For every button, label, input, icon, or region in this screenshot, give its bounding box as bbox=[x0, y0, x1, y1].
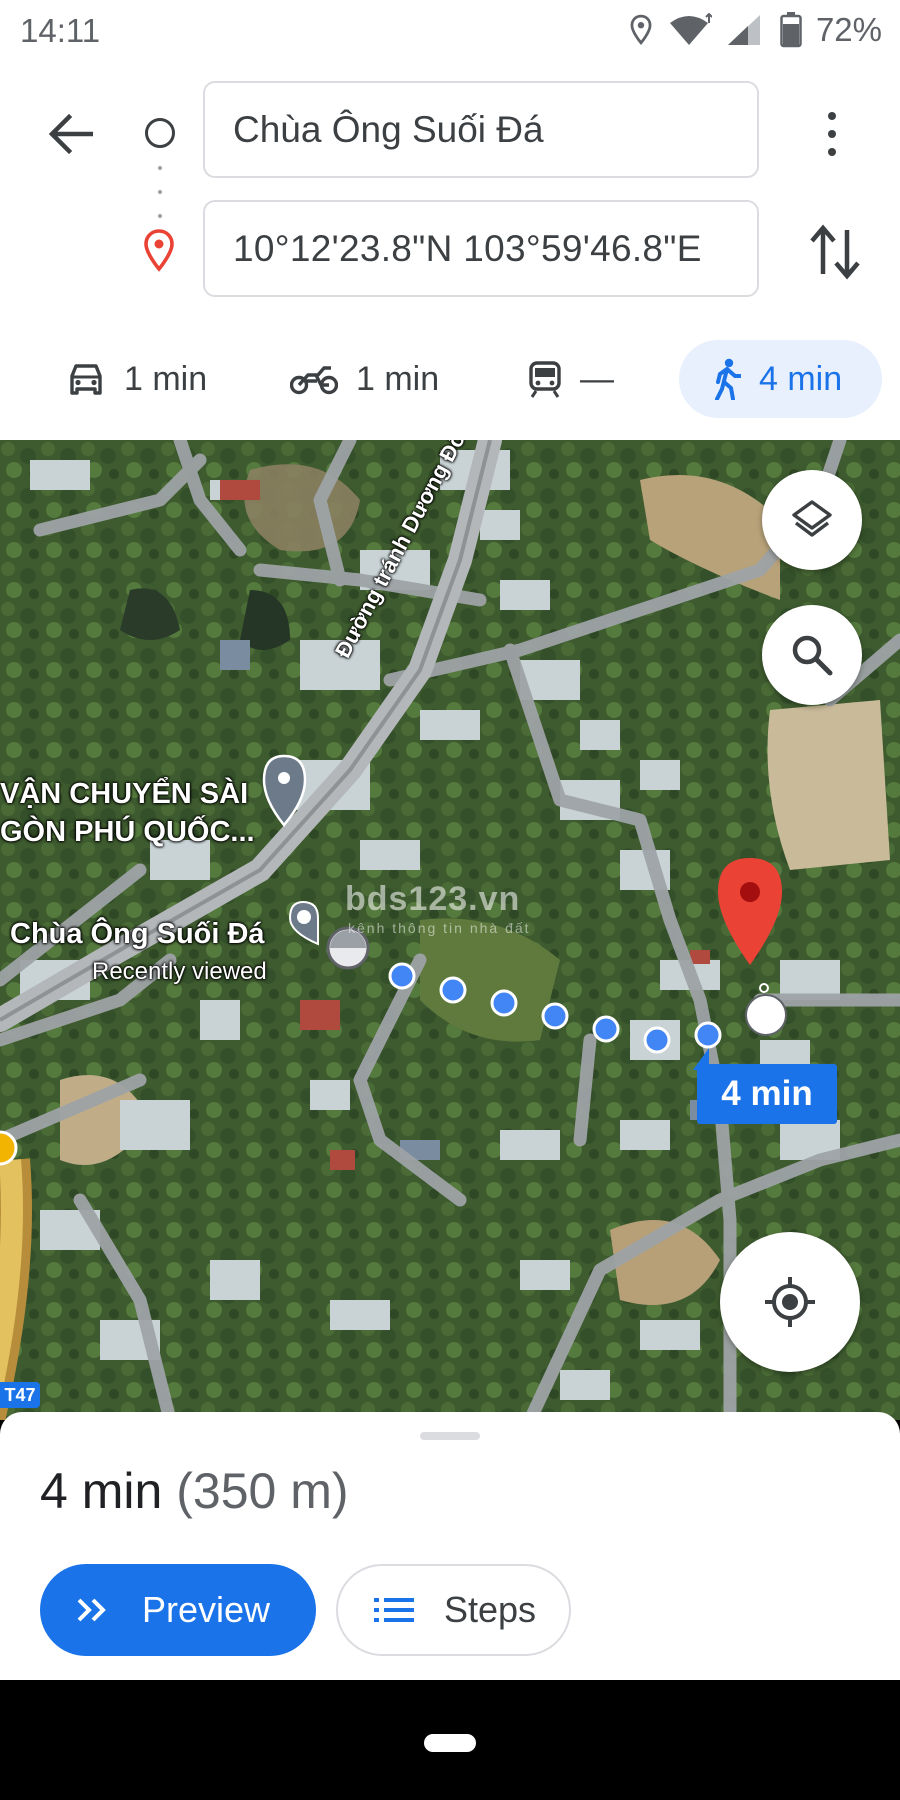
battery-percent: 72% bbox=[815, 11, 882, 48]
tab-motorcycle[interactable]: 1 min bbox=[290, 340, 439, 418]
origin-input[interactable]: Chùa Ông Suối Đá bbox=[203, 81, 759, 178]
train-icon bbox=[529, 361, 561, 398]
route-distance: (350 m) bbox=[176, 1463, 349, 1519]
my-location-icon bbox=[765, 1277, 815, 1327]
directions-header: Chùa Ông Suối Đá 10°12'23.8"N 103°59'46.… bbox=[0, 62, 900, 442]
status-time: 14:11 bbox=[20, 12, 101, 49]
list-icon bbox=[374, 1598, 414, 1622]
layers-button[interactable] bbox=[762, 470, 862, 570]
layers-icon bbox=[792, 500, 832, 537]
tab-walk-label: 4 min bbox=[759, 359, 843, 398]
home-gesture-pill[interactable] bbox=[424, 1734, 476, 1752]
back-button[interactable] bbox=[40, 104, 100, 164]
tab-motorcycle-label: 1 min bbox=[356, 359, 440, 398]
preview-button[interactable]: Preview bbox=[40, 1564, 316, 1656]
watermark: bds123.vn bbox=[345, 880, 521, 918]
tab-walk[interactable]: 4 min bbox=[679, 340, 882, 418]
double-chevron-right-icon bbox=[77, 1598, 106, 1622]
tab-drive[interactable]: 1 min bbox=[66, 340, 207, 418]
tab-drive-label: 1 min bbox=[124, 359, 208, 398]
preview-button-label: Preview bbox=[142, 1589, 271, 1630]
walk-icon bbox=[715, 358, 741, 400]
tab-transit-label: — bbox=[580, 359, 614, 398]
search-icon bbox=[792, 635, 833, 676]
location-icon bbox=[630, 14, 652, 45]
wifi-icon bbox=[669, 13, 712, 45]
back-arrow-icon bbox=[48, 113, 93, 155]
route-dots-icon bbox=[157, 166, 163, 218]
system-nav-bar bbox=[0, 1680, 900, 1800]
motorcycle-icon bbox=[290, 366, 338, 395]
status-icons: 72% bbox=[628, 10, 882, 50]
route-summary: 4 min (350 m) bbox=[40, 1462, 349, 1520]
map-place-transport-line1: VẬN CHUYỂN SÀI bbox=[0, 778, 249, 810]
destination-input[interactable]: 10°12'23.8"N 103°59'46.8"E bbox=[203, 200, 759, 297]
sheet-drag-handle[interactable] bbox=[420, 1432, 480, 1440]
car-icon bbox=[70, 364, 102, 395]
steps-button-label: Steps bbox=[444, 1589, 537, 1630]
tab-transit[interactable]: — bbox=[528, 340, 614, 418]
map-place-transport[interactable]: VẬN CHUYỂN SÀI GÒN PHÚ QUỐC... bbox=[0, 775, 255, 851]
map-place-transport-line2: GÒN PHÚ QUỐC... bbox=[0, 816, 255, 848]
steps-button[interactable]: Steps bbox=[336, 1564, 571, 1656]
route-duration: 4 min bbox=[40, 1463, 163, 1519]
my-location-button[interactable] bbox=[720, 1232, 860, 1372]
signal-icon bbox=[727, 15, 760, 45]
more-options-button[interactable] bbox=[812, 106, 852, 162]
map-view[interactable]: VẬN CHUYỂN SÀI GÒN PHÚ QUỐC... Chùa Ông S… bbox=[0, 440, 900, 1420]
status-bar: 14:11 72% bbox=[0, 0, 900, 62]
highway-tag: T47 bbox=[0, 1382, 40, 1408]
route-duration-badge[interactable]: 4 min bbox=[693, 1048, 837, 1124]
map-search-button[interactable] bbox=[762, 605, 862, 705]
map-place-pagoda-sublabel: Recently viewed bbox=[92, 958, 267, 985]
destination-pin-icon bbox=[144, 229, 174, 272]
travel-mode-tabs: 1 min 1 min — 4 min bbox=[0, 332, 900, 432]
route-summary-sheet[interactable]: 4 min (350 m) Preview Steps bbox=[0, 1412, 900, 1680]
origin-circle-icon bbox=[145, 118, 175, 148]
watermark-subtitle: kênh thông tin nhà đất bbox=[348, 920, 531, 936]
battery-icon bbox=[780, 12, 802, 48]
map-place-pagoda[interactable]: Chùa Ông Suối Đá bbox=[10, 918, 265, 951]
swap-directions-icon[interactable] bbox=[806, 222, 864, 282]
